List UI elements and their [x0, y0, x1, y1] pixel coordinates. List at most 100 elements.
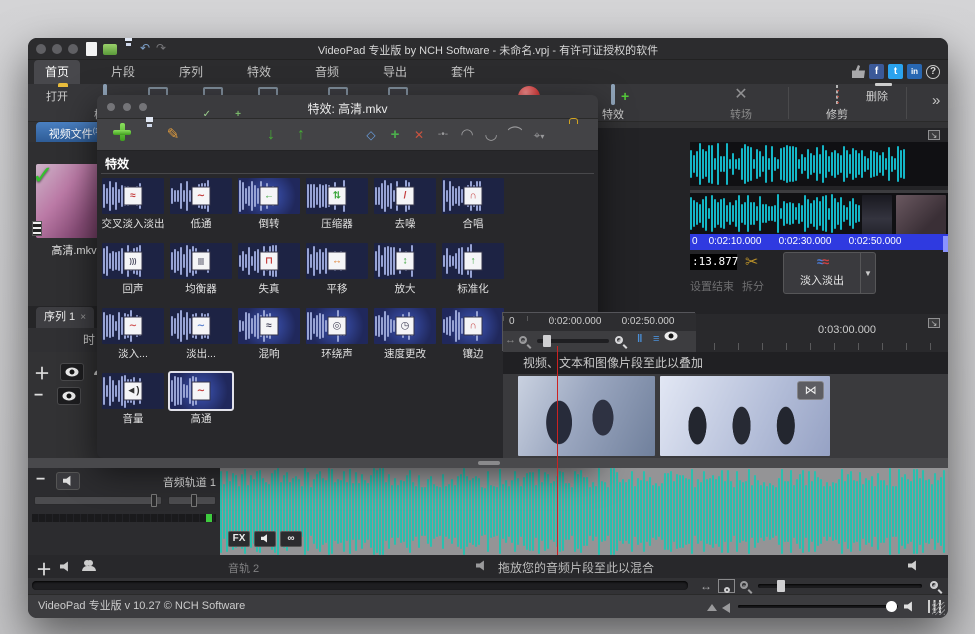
transitions-button[interactable]: ✕ 转场 [718, 86, 764, 122]
pause-icon[interactable]: ‖ [637, 333, 642, 345]
master-volume-slider[interactable] [738, 605, 898, 608]
loop-button[interactable]: ∞ [280, 531, 302, 547]
delete-keyframe-icon[interactable]: ✕ [407, 123, 431, 147]
close-icon[interactable]: × [80, 312, 86, 323]
effect-tile[interactable]: ∼ 淡入... [99, 307, 167, 372]
effect-tile[interactable]: ∩ 合唱 [439, 177, 507, 242]
effect-tile[interactable]: ◷ 速度更改 [371, 307, 439, 372]
volume-slider[interactable] [34, 496, 162, 505]
horizontal-scrollbar[interactable] [32, 581, 688, 590]
people-icon[interactable] [82, 559, 96, 577]
effect-tile[interactable]: ◄) 音量 [99, 372, 167, 437]
node-tool-icon[interactable]: ⌖▾ [527, 123, 551, 147]
effect-tile[interactable]: ∼ 高通 [167, 372, 235, 437]
add-keyframe-icon[interactable]: + [383, 123, 407, 147]
effect-tile[interactable]: ))) 回声 [99, 242, 167, 307]
facebook-icon[interactable]: f [869, 64, 884, 79]
clip-waveform-bottom[interactable] [690, 190, 948, 234]
tab-clip[interactable]: 片段 [100, 60, 146, 84]
effect-tile[interactable]: ↔ 平移 [303, 242, 371, 307]
sequence-tab[interactable]: 序列 1× [36, 307, 94, 328]
apply-to-clip-button[interactable]: ✓ [195, 123, 219, 147]
popout-icon[interactable]: ↘ [928, 318, 940, 328]
divider-handle[interactable] [478, 461, 500, 465]
effect-tile[interactable]: ∼ 低通 [167, 177, 235, 242]
clip-mini-ruler[interactable]: 0 0:02:00.000 0:02:50.000 [503, 313, 696, 331]
timeline-zoom-in[interactable]: + [930, 581, 938, 589]
add-audio-track-button[interactable]: ＋ [36, 556, 52, 580]
media-clip-thumbnail[interactable]: ✓ [36, 164, 102, 238]
add-track-button[interactable]: ＋ [34, 366, 50, 383]
crossfade-dropdown[interactable]: ▼ [861, 252, 876, 294]
tab-audio[interactable]: 音频 [304, 60, 350, 84]
effect-tile[interactable]: ≈ 混响 [235, 307, 303, 372]
effect-tile[interactable]: ← 倒转 [235, 177, 303, 242]
tab-home[interactable]: 首页 [34, 60, 80, 84]
effect-tile[interactable]: ↕ 放大 [371, 242, 439, 307]
track-divider[interactable] [28, 458, 948, 468]
scissors-icon[interactable]: ✂ [745, 252, 758, 272]
playhead[interactable] [557, 346, 558, 555]
speaker-icon[interactable] [60, 561, 71, 572]
zoom-handle[interactable] [777, 580, 785, 592]
zoom-in-icon[interactable]: + [615, 336, 623, 344]
video-clip-2[interactable]: ⋈ [660, 376, 830, 456]
ribbon-overflow-button[interactable]: » [932, 92, 940, 109]
overlay-track-hint[interactable]: 视频、文本和图像片段至此以叠加 [503, 352, 948, 374]
fit-timeline-icon[interactable]: ↔ [700, 579, 712, 593]
save-chain-button[interactable] [131, 123, 155, 147]
lock-nodes-icon[interactable] [555, 123, 579, 147]
smooth-curve-icon[interactable]: ⌒ [503, 123, 527, 147]
effect-tile[interactable]: ◎ 环绕声 [303, 307, 371, 372]
tab-sequence[interactable]: 序列 [168, 60, 214, 84]
help-icon[interactable]: ? [926, 65, 940, 79]
mute-track-button[interactable] [56, 472, 80, 490]
timeline-zoom-out[interactable]: − [740, 581, 748, 589]
effect-tile[interactable]: / 去噪 [371, 177, 439, 242]
timeline-ruler-right[interactable]: 0:03:00.000 0:04:00.000 [690, 314, 948, 352]
transition-button[interactable]: ⋈ [797, 381, 824, 400]
zoom-slider-handle[interactable] [543, 335, 551, 347]
set-end-button[interactable]: 设置结束 [690, 278, 734, 294]
pan-icon[interactable]: ↔ [505, 334, 516, 346]
effect-tile[interactable]: ↑ 标准化 [439, 242, 507, 307]
dialog-title-bar[interactable]: 特效: 高清.mkv [97, 95, 598, 119]
track2-visibility-button[interactable] [57, 387, 81, 405]
curve-tool-icon[interactable]: ◇ [359, 123, 383, 147]
move-up-button[interactable]: ↑ [289, 123, 313, 147]
audio-clip[interactable]: FX ∞ [220, 468, 948, 555]
pan-slider[interactable] [168, 496, 216, 505]
delete-button[interactable]: 删除 [854, 86, 900, 104]
linear-segment-icon[interactable]: -•- [431, 123, 455, 147]
twitter-icon[interactable]: t [888, 64, 903, 79]
clip-selection-ruler[interactable]: 0 0:02:10.000 0:02:30.000 0:02:50.000 [690, 234, 948, 250]
speaker-icon[interactable] [908, 560, 919, 571]
preview-eye-icon[interactable] [665, 332, 678, 341]
track-visibility-button[interactable] [60, 363, 84, 381]
remove-track-button[interactable]: − [34, 387, 43, 404]
linkedin-icon[interactable]: in [907, 64, 922, 79]
clip-waveform-top[interactable] [690, 142, 948, 186]
add-effect-button[interactable] [101, 123, 125, 147]
split-button[interactable]: 拆分 [742, 278, 764, 294]
tab-export[interactable]: 导出 [372, 60, 418, 84]
fx-button[interactable]: FX [228, 531, 250, 547]
tracks-icon[interactable]: ≡ [653, 333, 659, 345]
speaker-icon[interactable] [904, 601, 915, 612]
add-to-clip-button[interactable]: + [225, 123, 249, 147]
curve-down-icon[interactable]: ◡ [479, 123, 503, 147]
volume-handle[interactable] [886, 601, 897, 612]
resize-grip[interactable] [932, 602, 945, 615]
crossfade-button[interactable]: ≈≈ 淡入淡出 [783, 252, 861, 294]
marker-left-icon[interactable] [722, 603, 730, 613]
move-down-button[interactable]: ↓ [259, 123, 283, 147]
timeline-zoom-slider[interactable] [758, 584, 922, 588]
effect-tile[interactable]: ∩ 镶边 [439, 307, 507, 372]
effect-tile[interactable]: ≈ 交叉淡入淡出 [99, 177, 167, 242]
edit-button[interactable]: ✎ [161, 123, 185, 147]
effect-tile[interactable]: ⇅ 压缩器 [303, 177, 371, 242]
tab-effects[interactable]: 特效 [236, 60, 282, 84]
zoom-fit-button[interactable] [718, 579, 735, 593]
zoom-slider[interactable] [537, 339, 609, 343]
curve-up-icon[interactable]: ◠ [455, 123, 479, 147]
